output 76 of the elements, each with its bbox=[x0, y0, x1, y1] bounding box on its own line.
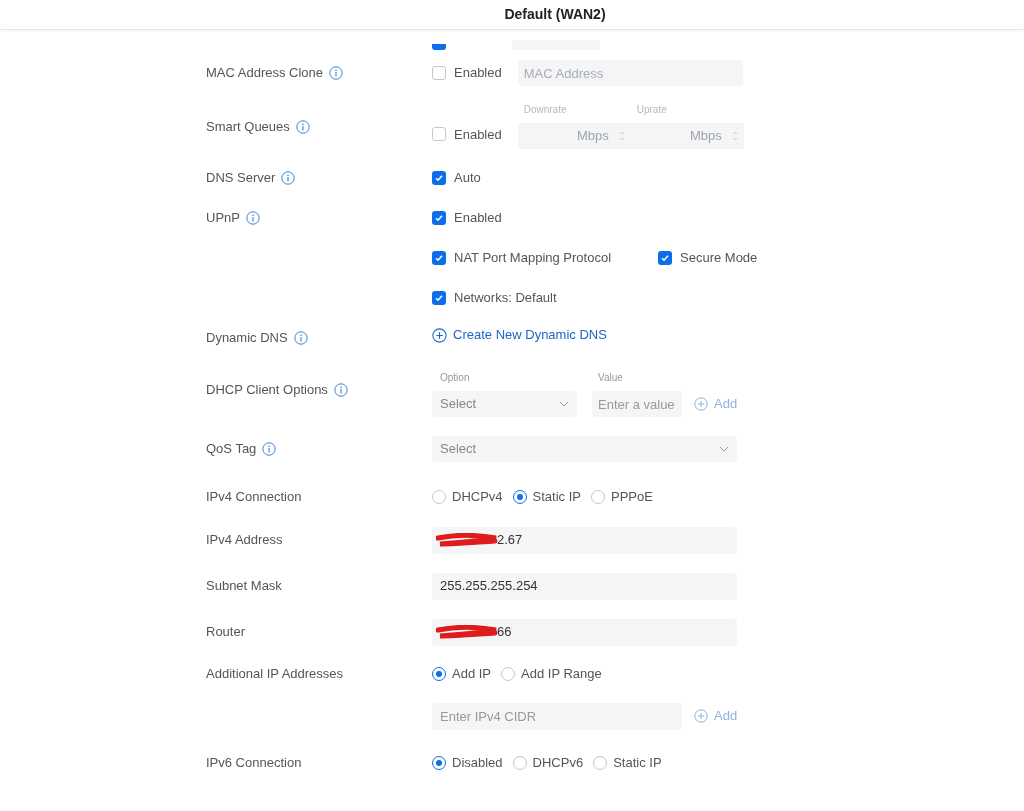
checkbox[interactable] bbox=[432, 127, 446, 142]
field-label: Router bbox=[206, 623, 246, 642]
field-label: IPv4 Connection bbox=[206, 487, 302, 506]
number-field[interactable]: Mbps bbox=[630, 123, 744, 149]
create-link[interactable]: Create New Dynamic DNS bbox=[432, 325, 607, 345]
checkmark-icon bbox=[434, 213, 444, 223]
radio-label: Static IP bbox=[613, 754, 662, 773]
input-field[interactable]: MAC Address bbox=[517, 60, 743, 86]
plus-icon bbox=[432, 327, 447, 343]
select-field[interactable]: Select bbox=[432, 436, 737, 462]
input-field[interactable]: 255.255.255.254 bbox=[432, 572, 737, 600]
field-caption: Value bbox=[598, 371, 624, 385]
field-label: DNS Server bbox=[206, 169, 276, 188]
checkbox-label: Networks: Default bbox=[454, 288, 557, 307]
unit-label: Mbps bbox=[689, 127, 722, 146]
info-icon[interactable] bbox=[281, 171, 296, 185]
field-label: Additional IP Addresses bbox=[206, 665, 344, 684]
number-field[interactable]: Mbps bbox=[517, 123, 631, 149]
radio-label: PPPoE bbox=[611, 487, 653, 506]
checkbox[interactable] bbox=[432, 290, 446, 305]
checkbox[interactable] bbox=[432, 251, 446, 265]
checkbox-label: Enabled bbox=[454, 125, 502, 144]
field-caption: Uprate bbox=[636, 103, 668, 117]
window-title: Default (WAN2) bbox=[504, 5, 606, 24]
checkbox[interactable] bbox=[658, 251, 672, 265]
checkbox[interactable] bbox=[432, 44, 446, 50]
field-label: IPv4 Address bbox=[206, 531, 283, 550]
radio-label: Add IP Range bbox=[521, 665, 602, 684]
field-label: MAC Address Clone bbox=[206, 64, 324, 83]
radio-label: DHCPv6 bbox=[532, 754, 584, 773]
spinner-icon[interactable] bbox=[618, 129, 625, 143]
checkmark-icon bbox=[660, 253, 670, 263]
info-icon[interactable] bbox=[333, 383, 348, 397]
field-caption: Downrate bbox=[523, 103, 568, 117]
field-label: QoS Tag bbox=[206, 440, 257, 459]
field-caption: Option bbox=[440, 371, 471, 385]
checkbox-label: Auto bbox=[454, 169, 481, 188]
checkmark-icon bbox=[434, 173, 444, 183]
field-label: Subnet Mask bbox=[206, 577, 282, 596]
info-icon[interactable] bbox=[262, 442, 277, 456]
checkbox[interactable] bbox=[432, 66, 446, 80]
plus-icon bbox=[694, 397, 708, 411]
radio-label: DHCPv4 bbox=[452, 487, 503, 506]
checkmark-icon bbox=[434, 253, 444, 263]
plus-icon bbox=[694, 709, 708, 723]
field-value: 2.67 bbox=[497, 531, 523, 550]
input-field[interactable]: Enter a value bbox=[592, 391, 682, 417]
radio-label: Add IP bbox=[452, 665, 492, 684]
spinner-icon[interactable] bbox=[731, 129, 738, 143]
field-label: IPv6 Connection bbox=[206, 754, 302, 773]
input-field[interactable]: 2.67 bbox=[432, 526, 737, 554]
field-value: 255.255.255.254 bbox=[440, 577, 538, 596]
unit-label: Mbps bbox=[576, 127, 609, 146]
field-label: Smart Queues bbox=[206, 118, 290, 137]
checkbox[interactable] bbox=[432, 171, 446, 185]
info-icon[interactable] bbox=[329, 66, 344, 80]
field-value: 66 bbox=[497, 623, 512, 642]
field-label: Dynamic DNS bbox=[206, 328, 288, 347]
checkmark-icon bbox=[434, 292, 444, 303]
checkbox-label: Enabled bbox=[454, 209, 502, 228]
info-icon[interactable] bbox=[295, 120, 310, 134]
checkbox-label: Secure Mode bbox=[680, 249, 758, 268]
chevron-icon bbox=[719, 446, 729, 452]
checkbox-label: NAT Port Mapping Protocol bbox=[454, 249, 612, 268]
field-label: DHCP Client Options bbox=[206, 381, 328, 400]
field-label: UPnP bbox=[206, 209, 240, 228]
input-field[interactable]: 66 bbox=[432, 618, 737, 646]
chevron-icon bbox=[559, 401, 569, 407]
radio-label: Disabled bbox=[452, 754, 503, 773]
info-icon[interactable] bbox=[293, 330, 308, 345]
input-field[interactable]: Enter IPv4 CIDR bbox=[432, 702, 682, 730]
radio-label: Static IP bbox=[532, 487, 581, 506]
select-field[interactable]: Select bbox=[432, 391, 577, 417]
info-icon[interactable] bbox=[245, 211, 260, 225]
checkbox-label: Enabled bbox=[454, 64, 502, 83]
checkbox[interactable] bbox=[432, 211, 446, 225]
